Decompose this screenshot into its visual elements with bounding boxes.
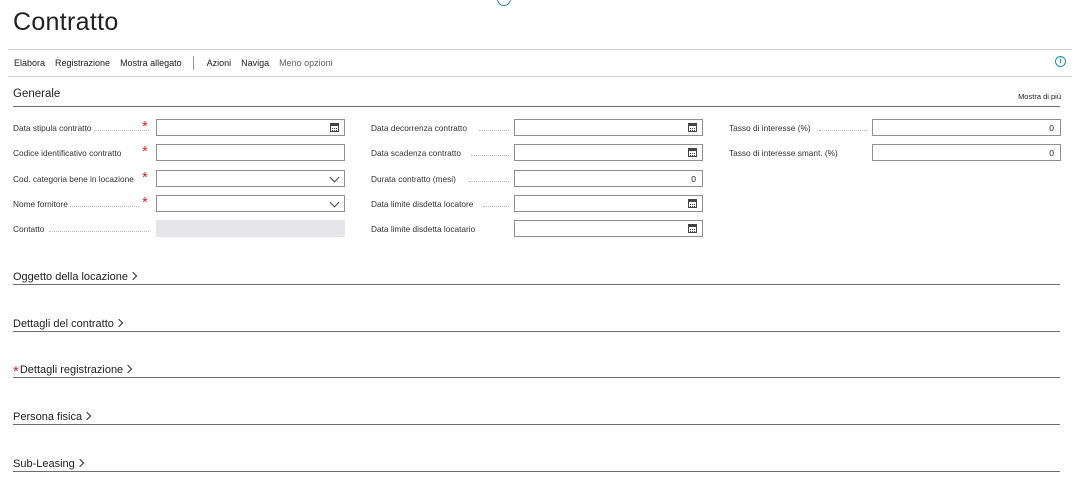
field-durata: Durata contratto (mesi) 0 [371,170,703,189]
required-asterisk-icon: * [142,194,148,211]
dot-leader [469,181,509,183]
action-separator [192,56,194,70]
disdetta-locatario-date-input[interactable] [514,220,703,237]
durata-value: 0 [691,174,696,184]
field-tasso-smant: Tasso di interesse smant. (%) 0 [729,144,1061,163]
field-categoria-bene: Cod. categoria bene in locazione * [13,170,345,189]
section-divider [13,377,1060,378]
field-label: Nome fornitore [13,199,70,209]
field-data-stipula: Data stipula contratto * [13,119,345,138]
action-azioni[interactable]: Azioni [202,58,237,68]
page-title: Contratto [13,8,119,36]
field-label: Contatto [13,224,47,234]
field-disdetta-locatore: Data limite disdetta locatore [371,195,703,214]
contatto-readonly-field [156,220,345,237]
section-title: Persona fisica [13,411,83,423]
action-registrazione[interactable]: Registrazione [50,58,115,68]
tasso-smant-value: 0 [1049,148,1054,158]
info-icon[interactable]: i [1055,56,1066,67]
required-asterisk-icon: * [142,143,148,160]
action-elabora[interactable]: Elabora [8,58,50,68]
dot-leader [63,206,139,208]
chevron-right-icon [75,458,85,468]
tasso-interesse-value: 0 [1049,123,1054,133]
field-label: Cod. categoria bene in locazione [13,174,136,184]
section-divider [13,331,1060,332]
field-contatto: Contatto [13,220,345,239]
codice-identificativo-input[interactable] [156,144,345,161]
calendar-icon[interactable] [330,123,339,132]
calendar-icon[interactable] [688,224,697,233]
field-disdetta-locatario: Data limite disdetta locatario [371,220,703,239]
field-codice-identificativo: Codice identificativo contratto * [13,144,345,163]
tasso-smant-input[interactable]: 0 [872,144,1061,161]
action-bar: Elabora Registrazione Mostra allegato Az… [8,49,1072,77]
dot-leader [49,231,149,233]
categoria-bene-select[interactable] [156,170,345,187]
field-label: Tasso di interesse smant. (%) [729,148,840,158]
section-dettagli-contratto[interactable]: Dettagli del contratto [13,314,1060,332]
section-divider [13,424,1060,425]
section-title: Oggetto della locazione [13,271,128,283]
field-label: Data stipula contratto [13,123,94,133]
chevron-down-icon[interactable] [329,197,340,208]
action-mostra-allegato[interactable]: Mostra allegato [115,58,187,68]
field-label: Codice identificativo contratto [13,148,124,158]
field-label: Data limite disdetta locatario [371,224,478,234]
section-title: Dettagli registrazione [19,364,124,376]
section-divider [13,284,1060,285]
action-meno-opzioni[interactable]: Meno opzioni [274,58,338,68]
loading-ring-icon [497,0,511,6]
data-stipula-date-input[interactable] [156,119,345,136]
data-decorrenza-date-input[interactable] [514,119,703,136]
action-naviga[interactable]: Naviga [236,58,274,68]
section-oggetto-locazione[interactable]: Oggetto della locazione [13,267,1060,285]
field-label: Tasso di interesse (%) [729,123,813,133]
tasso-interesse-input[interactable]: 0 [872,119,1061,136]
dot-leader [471,155,509,157]
field-label: Data limite disdetta locatore [371,199,476,209]
durata-mesi-input[interactable]: 0 [514,170,703,187]
section-generale-title: Generale [13,88,61,100]
section-divider [13,106,1060,107]
field-label: Durata contratto (mesi) [371,174,458,184]
section-persona-fisica[interactable]: Persona fisica [13,407,1060,425]
section-sub-leasing[interactable]: Sub-Leasing [13,454,1060,472]
section-dettagli-registrazione[interactable]: *Dettagli registrazione [13,360,1060,379]
dot-leader [479,130,509,132]
chevron-right-icon [128,271,138,281]
disdetta-locatore-date-input[interactable] [514,195,703,212]
calendar-icon[interactable] [688,123,697,132]
nome-fornitore-select[interactable] [156,195,345,212]
field-tasso-interesse: Tasso di interesse (%) 0 [729,119,1061,138]
required-asterisk-icon: * [142,118,148,135]
section-divider [13,471,1060,472]
section-title: Sub-Leasing [13,458,75,470]
required-asterisk-icon: * [142,169,148,186]
dot-leader [819,130,867,132]
field-label: Data scadenza contratto [371,148,463,158]
show-more-link[interactable]: Mostra di più [1018,92,1061,101]
calendar-icon[interactable] [688,199,697,208]
field-nome-fornitore: Nome fornitore * [13,195,345,214]
section-title: Dettagli del contratto [13,318,114,330]
chevron-right-icon [114,318,124,328]
chevron-right-icon [123,364,133,374]
chevron-right-icon [82,411,92,421]
field-data-decorrenza: Data decorrenza contratto [371,119,703,138]
dot-leader [483,206,509,208]
field-label: Data decorrenza contratto [371,123,469,133]
chevron-down-icon[interactable] [329,172,340,183]
data-scadenza-date-input[interactable] [514,144,703,161]
field-data-scadenza: Data scadenza contratto [371,144,703,163]
calendar-icon[interactable] [688,148,697,157]
